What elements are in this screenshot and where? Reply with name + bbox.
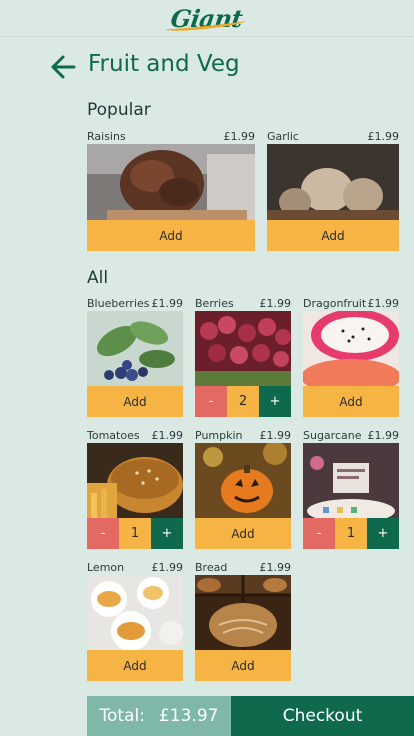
product-name: Blueberries — [87, 296, 150, 310]
product-image-bread — [195, 575, 291, 650]
quantity-stepper-tomatoes: - 1 + — [87, 518, 183, 549]
product-card-lemon: Lemon £1.99 Add — [87, 559, 183, 681]
product-image-tomatoes — [87, 443, 183, 518]
product-image-blueberries — [87, 311, 183, 386]
section-title-all: All — [87, 268, 109, 288]
product-name: Berries — [195, 296, 234, 310]
product-image-berries — [195, 311, 291, 386]
product-card-sugarcane: Sugarcane £1.99 - 1 + — [303, 427, 399, 549]
product-price: £1.99 — [367, 129, 400, 143]
product-image-lemon — [87, 575, 183, 650]
product-card-tomatoes: Tomatoes £1.99 - 1 + — [87, 427, 183, 549]
product-price: £1.99 — [151, 428, 184, 442]
product-name: Bread — [195, 560, 228, 574]
quantity-stepper-sugarcane: - 1 + — [303, 518, 399, 549]
product-card-berries: Berries £1.99 - 2 + — [195, 295, 291, 417]
add-button-blueberries[interactable]: Add — [87, 386, 183, 417]
product-image-pumpkin — [195, 443, 291, 518]
product-price: £1.99 — [223, 129, 256, 143]
product-name: Garlic — [267, 129, 299, 143]
product-image-raisins — [87, 144, 255, 220]
quantity-value: 1 — [335, 518, 367, 549]
add-button-dragonfruit[interactable]: Add — [303, 386, 399, 417]
decrement-button[interactable]: - — [195, 386, 227, 417]
product-name: Sugarcane — [303, 428, 362, 442]
add-button-raisins[interactable]: Add — [87, 220, 255, 251]
product-price: £1.99 — [367, 428, 400, 442]
increment-button[interactable]: + — [259, 386, 291, 417]
total-display: Total: £13.97 — [87, 696, 231, 736]
product-price: £1.99 — [367, 296, 400, 310]
increment-button[interactable]: + — [151, 518, 183, 549]
add-button-lemon[interactable]: Add — [87, 650, 183, 681]
product-card-bread: Bread £1.99 Add — [195, 559, 291, 681]
app-header: Giant — [0, 0, 414, 37]
product-card-blueberries: Blueberries £1.99 Add — [87, 295, 183, 417]
quantity-value: 2 — [227, 386, 259, 417]
section-title-popular: Popular — [87, 100, 151, 120]
product-image-garlic — [267, 144, 399, 220]
giant-logo[interactable]: Giant — [165, 4, 247, 33]
product-card-pumpkin: Pumpkin £1.99 Add — [195, 427, 291, 549]
decrement-button[interactable]: - — [87, 518, 119, 549]
product-price: £1.99 — [151, 560, 184, 574]
product-card-raisins: Raisins £1.99 Add — [87, 128, 255, 251]
page-title: Fruit and Veg — [88, 51, 240, 77]
product-card-garlic: Garlic £1.99 Add — [267, 128, 399, 251]
quantity-value: 1 — [119, 518, 151, 549]
product-image-sugarcane — [303, 443, 399, 518]
total-label: Total: — [99, 706, 145, 726]
product-price: £1.99 — [151, 296, 184, 310]
product-name: Pumpkin — [195, 428, 243, 442]
decrement-button[interactable]: - — [303, 518, 335, 549]
add-button-bread[interactable]: Add — [195, 650, 291, 681]
cart-footer: Total: £13.97 Checkout — [87, 696, 414, 736]
add-button-pumpkin[interactable]: Add — [195, 518, 291, 549]
back-arrow-icon[interactable] — [48, 52, 78, 82]
product-name: Raisins — [87, 129, 126, 143]
product-image-dragonfruit — [303, 311, 399, 386]
product-name: Lemon — [87, 560, 125, 574]
product-price: £1.99 — [259, 560, 292, 574]
product-card-dragonfruit: Dragonfruit £1.99 Add — [303, 295, 399, 417]
total-value: £13.97 — [158, 706, 219, 726]
product-name: Tomatoes — [87, 428, 140, 442]
product-price: £1.99 — [259, 296, 292, 310]
add-button-garlic[interactable]: Add — [267, 220, 399, 251]
checkout-button[interactable]: Checkout — [231, 696, 414, 736]
quantity-stepper-berries: - 2 + — [195, 386, 291, 417]
product-price: £1.99 — [259, 428, 292, 442]
increment-button[interactable]: + — [367, 518, 399, 549]
product-name: Dragonfruit — [303, 296, 367, 310]
